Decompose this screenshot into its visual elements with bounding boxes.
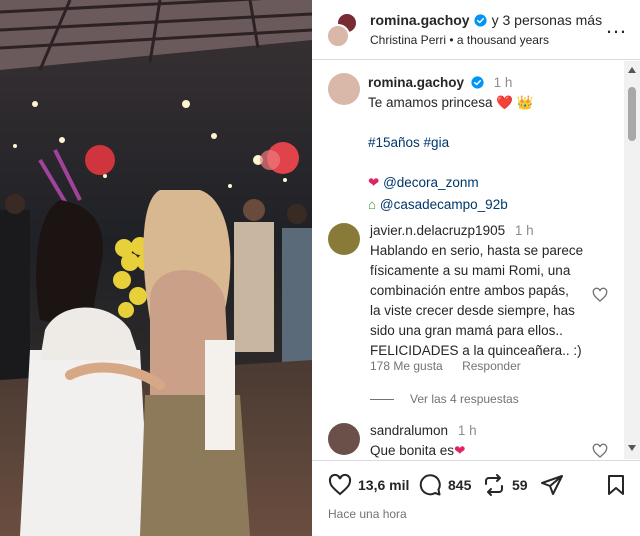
paper-plane-icon — [541, 475, 563, 495]
comment-count: 845 — [448, 477, 472, 493]
scroll-down-icon[interactable] — [628, 445, 636, 451]
header-username[interactable]: romina.gachoy — [370, 12, 470, 28]
caption-text-line: Te amamos princesa ❤️ 👑 — [368, 93, 618, 113]
repost-count: 59 — [512, 477, 528, 493]
verified-icon — [474, 13, 487, 27]
reply-button[interactable]: Responder — [462, 359, 521, 373]
comment-username[interactable]: sandralumon — [370, 423, 448, 438]
verified-icon — [471, 76, 484, 89]
like-comment-icon[interactable] — [592, 287, 608, 303]
crown-emoji: 👑 — [516, 95, 534, 110]
view-replies-label: Ver las 4 respuestas — [410, 392, 519, 406]
comment-icon — [419, 474, 441, 496]
heart-icon — [328, 473, 352, 496]
comment-text-line: Que bonita es❤ — [370, 441, 600, 459]
mention-link[interactable]: @decora_zonm — [383, 175, 479, 190]
post-header: romina.gachoy y 3 personas más Christina… — [312, 0, 640, 60]
comment-block: sandralumon 1 h Que bonita es❤ — [370, 421, 600, 459]
comments-list: romina.gachoy 1 h Te amamos princesa ❤️ … — [312, 61, 624, 459]
comment-text-line: físicamente a su mami Romi, una — [370, 263, 571, 278]
comment-time[interactable]: 1 h — [458, 423, 477, 438]
post-photo[interactable] — [0, 0, 312, 536]
caption-username[interactable]: romina.gachoy — [368, 75, 464, 90]
comment-text-line: FELICIDADES a la quinceañera.. :) — [370, 343, 582, 358]
caption-header: romina.gachoy 1 h — [368, 73, 618, 93]
more-options-icon[interactable]: … — [605, 15, 628, 37]
comment-text-line: Hablando en serio, hasta se parece — [370, 243, 584, 258]
post-timestamp[interactable]: Hace una hora — [328, 507, 407, 521]
caption-mention-row: ⌂ @casadecampo_92b — [368, 195, 618, 215]
collab-avatars[interactable] — [326, 12, 362, 48]
header-others[interactable]: y 3 personas más — [492, 12, 603, 28]
comment-text-line: sido una gran mamá para ellos.. — [370, 323, 563, 338]
heart-icon: ❤ — [454, 443, 466, 458]
comment-header: sandralumon 1 h — [370, 421, 600, 441]
mention-link[interactable]: @casadecampo_92b — [380, 197, 508, 212]
like-comment-icon[interactable] — [592, 443, 608, 459]
avatar[interactable] — [328, 223, 360, 255]
caption-mention-row: ❤ @decora_zonm — [368, 173, 618, 193]
comment-text: Que bonita es — [370, 443, 455, 458]
avatar[interactable] — [328, 423, 360, 455]
comment-block: javier.n.delacruzp1905 1 h Hablando en s… — [370, 221, 600, 361]
heart-emoji: ❤️ — [496, 95, 514, 110]
audio-track[interactable]: Christina Perri • a thousand years — [370, 33, 549, 47]
scrollbar-thumb[interactable] — [628, 87, 636, 141]
comment-meta: 178 Me gusta Responder — [370, 359, 521, 373]
comment-likes[interactable]: 178 Me gusta — [370, 359, 443, 373]
comment-text-line: combinación entre ambos papás, — [370, 283, 569, 298]
save-button[interactable] — [604, 473, 634, 497]
caption-text: Te amamos princesa — [368, 95, 493, 110]
share-button[interactable] — [540, 473, 570, 497]
caption-block: romina.gachoy 1 h Te amamos princesa ❤️ … — [368, 73, 618, 215]
caption-hashtags[interactable]: #15años #gia — [368, 133, 618, 153]
house-icon: ⌂ — [368, 197, 377, 212]
comment-header: javier.n.delacruzp1905 1 h — [370, 221, 600, 241]
repost-button[interactable]: 59 — [482, 473, 528, 497]
comments-scrollbar[interactable] — [624, 61, 640, 459]
comment-button[interactable]: 845 — [418, 473, 471, 497]
like-button[interactable]: 13,6 mil — [328, 473, 409, 497]
repost-icon — [485, 474, 503, 496]
comment-time[interactable]: 1 h — [515, 223, 534, 238]
comment-username[interactable]: javier.n.delacruzp1905 — [370, 223, 505, 238]
scroll-up-icon[interactable] — [628, 67, 636, 73]
post-panel: romina.gachoy y 3 personas más Christina… — [312, 0, 640, 536]
replies-divider — [370, 398, 394, 400]
view-replies-button[interactable]: Ver las 4 respuestas — [370, 392, 519, 406]
avatar[interactable] — [328, 73, 360, 105]
avatar — [326, 24, 350, 48]
post-actions: 13,6 mil 845 59 Hace una hora — [312, 460, 640, 536]
comment-text-line: la viste crecer desde siempre, has — [370, 303, 575, 318]
header-authors: romina.gachoy y 3 personas más — [370, 12, 602, 28]
like-count: 13,6 mil — [358, 477, 410, 493]
caption-time[interactable]: 1 h — [494, 75, 513, 90]
heart-icon: ❤ — [368, 175, 380, 190]
bookmark-icon — [608, 475, 624, 495]
